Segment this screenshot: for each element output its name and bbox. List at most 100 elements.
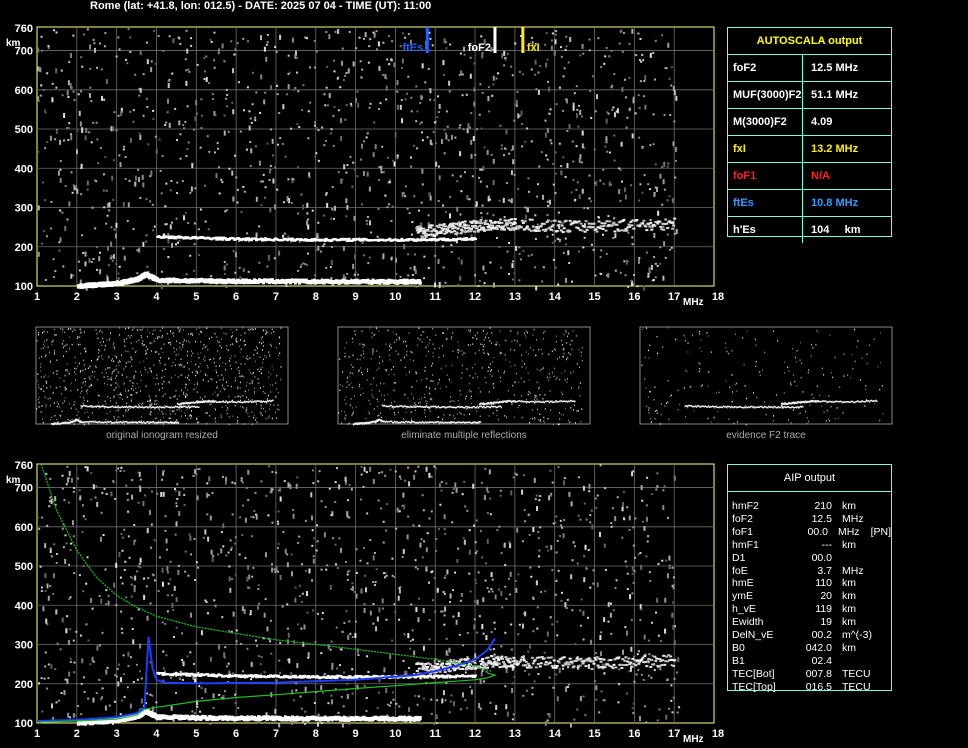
aip-cell-k: D1 xyxy=(732,551,746,564)
autoscala-row-m-3000-f2: M(3000)F2 4.09 xyxy=(728,109,891,136)
autoscala-key: foF1 xyxy=(728,163,803,189)
aip-cell-k: hmE xyxy=(732,577,754,590)
aip-cell-u: MHz xyxy=(842,512,864,525)
aip-cell-k: h_vE xyxy=(732,603,756,616)
y-tick-label: 100 xyxy=(15,281,33,293)
x-tick-label: 5 xyxy=(193,291,199,303)
x-tick-label: 18 xyxy=(712,291,724,303)
caption-evidence-f2: evidence F2 trace xyxy=(726,430,806,441)
aip-cell-u xyxy=(842,655,876,668)
x-tick-label: 2 xyxy=(74,728,80,740)
aip-cell-v: 110 xyxy=(815,577,832,590)
caption-original-ionogram: original ionogram resized xyxy=(106,430,218,441)
y-tick-label: 300 xyxy=(15,640,33,652)
autoscala-value: 10.8 MHz xyxy=(811,197,859,209)
autoscala-value: 12.5 MHz xyxy=(811,62,859,74)
x-unit-label: MHz xyxy=(683,734,704,745)
aip-row: B0 042.0 km xyxy=(732,642,891,655)
x-tick-label: 6 xyxy=(233,291,239,303)
x-tick-label: 15 xyxy=(588,728,600,740)
x-tick-label: 18 xyxy=(712,728,724,740)
x-tick-label: 17 xyxy=(668,291,680,303)
aip-cell-v: 00.2 xyxy=(811,629,832,642)
x-tick-label: 9 xyxy=(353,291,359,303)
x-tick-label: 3 xyxy=(114,291,120,303)
aip-row: B1 02.4 xyxy=(732,655,891,668)
aip-cell-v: 00.0 xyxy=(807,525,828,538)
y-tick-label: 300 xyxy=(15,203,33,215)
aip-cell-v: 00.0 xyxy=(811,551,832,564)
y-tick-label: 400 xyxy=(15,600,33,612)
x-tick-label: 12 xyxy=(469,291,481,303)
aip-row: hmF1 --- km xyxy=(732,539,891,552)
aip-cell-k: TEC[Top] xyxy=(732,680,776,693)
x-tick-label: 17 xyxy=(668,728,680,740)
x-tick-label: 10 xyxy=(389,728,401,740)
aip-cell-k: B1 xyxy=(732,654,745,667)
aip-row: foF2 12.5 MHz xyxy=(732,513,891,526)
aip-cell-k: hmF1 xyxy=(732,538,759,551)
aip-cell-u: km xyxy=(842,603,856,616)
y-tick-label: 100 xyxy=(15,718,33,730)
aip-cell-v: 12.5 xyxy=(811,512,832,525)
x-tick-label: 2 xyxy=(74,291,80,303)
autoscala-row-fxi: fxI 13.2 MHz xyxy=(728,136,891,163)
autoscala-key: h'Es xyxy=(728,217,803,243)
aip-cell-u xyxy=(842,552,876,565)
x-tick-label: 12 xyxy=(469,728,481,740)
x-tick-label: 16 xyxy=(628,291,640,303)
autoscala-row-ftes: ftEs 10.8 MHz xyxy=(728,190,891,217)
x-tick-label: 16 xyxy=(628,728,640,740)
autoscala-row-h-es: h'Es 104 km xyxy=(728,217,891,243)
y-tick-label: 400 xyxy=(15,163,33,175)
top-ionogram: 1 2 3 4 5 6 7 8 9 10 11 12 13 14 15 16 17 181002003004005… xyxy=(6,23,724,308)
x-tick-label: 14 xyxy=(549,728,562,740)
aip-cell-k: B0 xyxy=(732,641,745,654)
aip-cell-u: TECU xyxy=(842,667,871,680)
autoscala-key: fxI xyxy=(728,136,803,162)
aip-row: foE 3.7 MHz xyxy=(732,565,891,578)
autoscala-key: foF2 xyxy=(728,55,803,81)
x-tick-label: 10 xyxy=(389,291,401,303)
y-tick-label: 760 xyxy=(15,460,33,472)
x-tick-label: 1 xyxy=(34,291,40,303)
autoscala-key: MUF(3000)F2 xyxy=(728,82,803,108)
aip-cell-v: 016.5 xyxy=(805,680,832,693)
aip-cell-v: 210 xyxy=(814,500,832,512)
autoscala-key: ftEs xyxy=(728,190,803,216)
x-tick-label: 1 xyxy=(34,728,40,740)
aip-cell-v: 02.4 xyxy=(811,654,832,667)
x-tick-label: 14 xyxy=(549,291,562,303)
aip-row: h_vE 119 km xyxy=(732,603,891,616)
aip-cell-k: Ewidth xyxy=(732,616,764,629)
aip-cell-u: km xyxy=(842,577,856,590)
x-tick-label: 3 xyxy=(114,728,120,740)
x-tick-label: 13 xyxy=(509,728,521,740)
y-unit-label: km xyxy=(6,38,21,49)
marker-label: fxI xyxy=(527,42,540,54)
aip-row: Ewidth 19 km xyxy=(732,616,891,629)
aip-cell-x: [PN] xyxy=(870,525,891,538)
x-tick-label: 7 xyxy=(273,728,279,740)
autoscala-value: 51.1 MHz xyxy=(811,89,859,101)
aip-cell-v: 3.7 xyxy=(817,564,832,577)
aip-cell-k: hmF2 xyxy=(732,500,759,512)
mini-eliminate-reflections xyxy=(337,326,591,426)
marker-label: foF2 xyxy=(468,42,491,54)
x-tick-label: 7 xyxy=(273,291,279,303)
echo-traces xyxy=(76,217,677,289)
autoscala-row-muf-3000-f2: MUF(3000)F2 51.1 MHz xyxy=(728,82,891,109)
aip-rows: hmF2 210 km foF2 12.5 MHz foF1 00.0 MHz [PN] hmF1 -… xyxy=(728,492,891,694)
y-tick-label: 200 xyxy=(15,242,33,254)
aip-cell-v: --- xyxy=(821,538,833,551)
x-unit-label: MHz xyxy=(683,297,704,308)
aip-row: D1 00.0 xyxy=(732,552,891,565)
autoscala-rows: foF2 12.5 MHz MUF(3000)F2 51.1 MHz M(3000)F2… xyxy=(728,55,891,243)
aip-row: hmF2 210 km xyxy=(732,500,891,513)
autoscala-value: 13.2 MHz xyxy=(811,143,859,155)
bottom-ionogram-with-profile: 1 2 3 4 5 6 7 8 9 10 11 12 13 14 15 16 17 181002003004005… xyxy=(6,460,724,745)
y-tick-label: 500 xyxy=(15,561,33,573)
aip-cell-k: foF2 xyxy=(732,512,754,525)
aip-cell-k: foF1 xyxy=(732,525,754,538)
aip-cell-u: m^(-3) xyxy=(842,629,873,642)
